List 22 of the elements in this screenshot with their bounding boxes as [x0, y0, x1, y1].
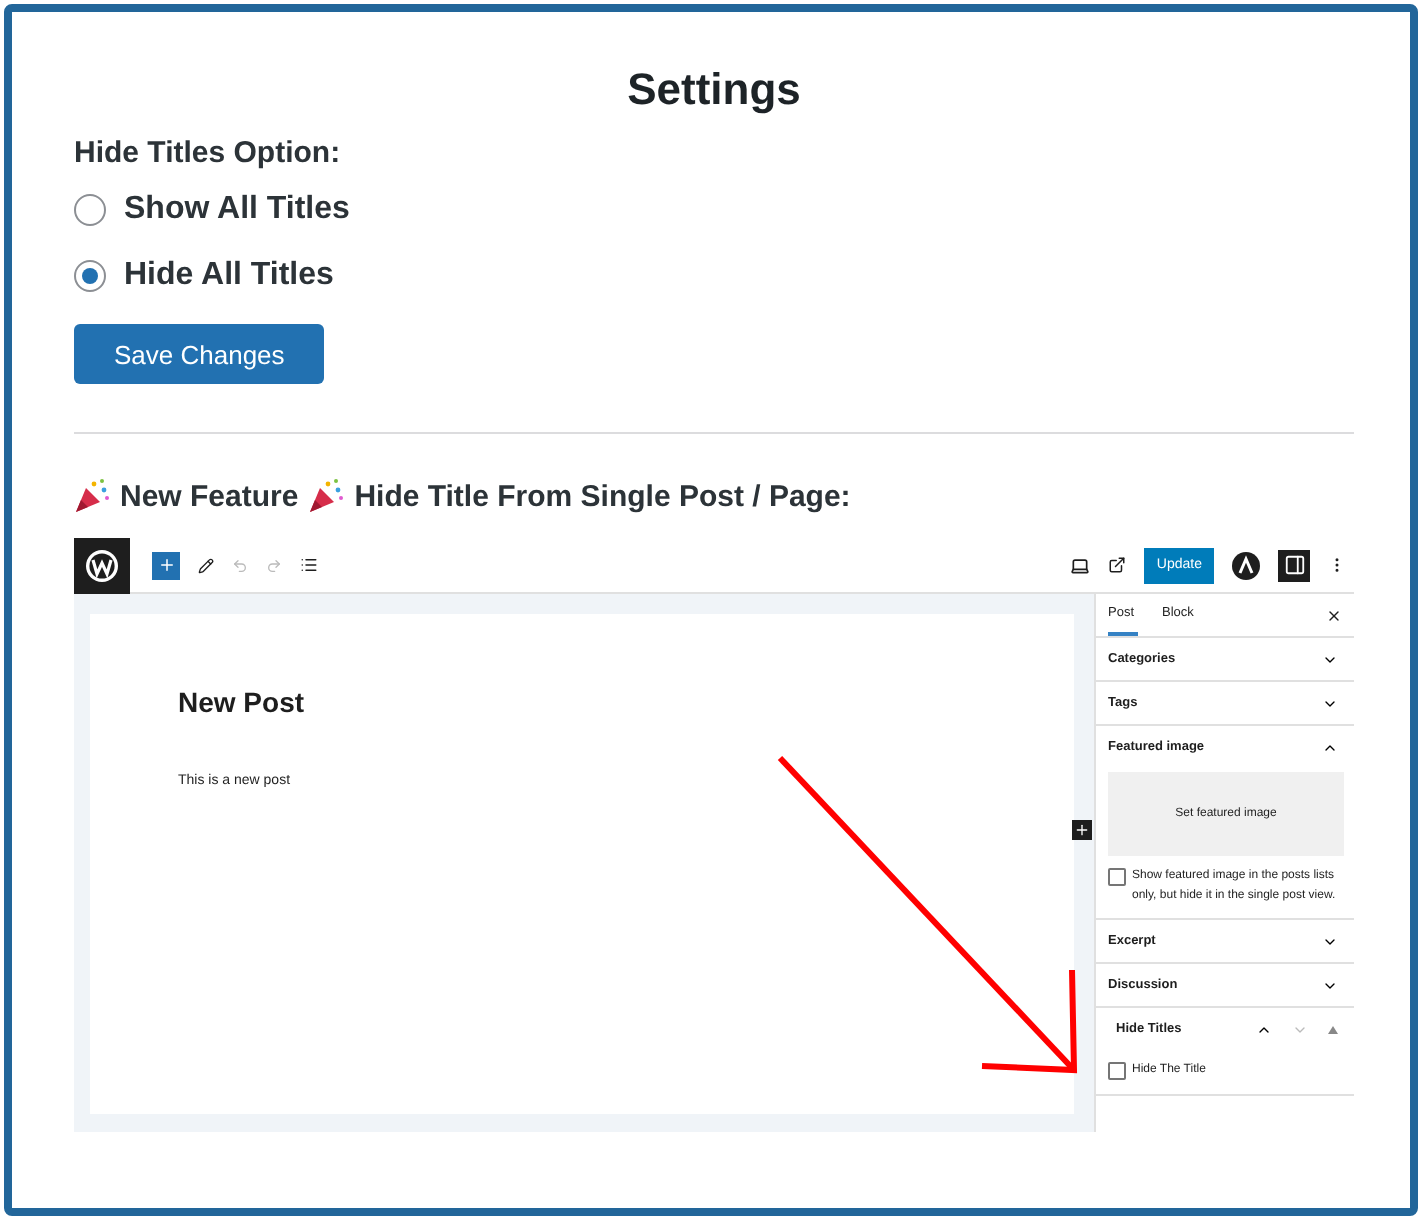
avatar-icon[interactable]	[1232, 551, 1260, 579]
checkbox[interactable]	[1108, 1062, 1126, 1080]
heading-text: Hide Title From Single Post / Page:	[354, 479, 851, 513]
post-title: New Post	[178, 686, 307, 718]
pencil-icon[interactable]	[198, 557, 214, 573]
radio-button[interactable]	[74, 194, 106, 226]
party-popper-icon	[74, 478, 110, 514]
add-block-button[interactable]	[152, 551, 180, 579]
option-label: Hide Titles Option:	[74, 136, 341, 170]
list-icon[interactable]	[300, 556, 318, 574]
external-link-icon[interactable]	[1108, 556, 1127, 574]
page-title: Settings	[627, 64, 801, 116]
save-button[interactable]: Save Changes	[74, 324, 325, 384]
radio-button[interactable]	[74, 260, 106, 292]
party-popper-icon	[308, 478, 345, 514]
close-icon[interactable]	[1326, 607, 1342, 623]
radio-option[interactable]: Hide All Titles	[74, 258, 334, 294]
laptop-icon[interactable]	[1070, 555, 1091, 575]
radio-option[interactable]: Show All Titles	[74, 192, 350, 228]
triangle-icon[interactable]	[1328, 1025, 1338, 1033]
checkbox[interactable]	[1108, 868, 1126, 886]
heading-text: New Feature	[120, 479, 299, 513]
